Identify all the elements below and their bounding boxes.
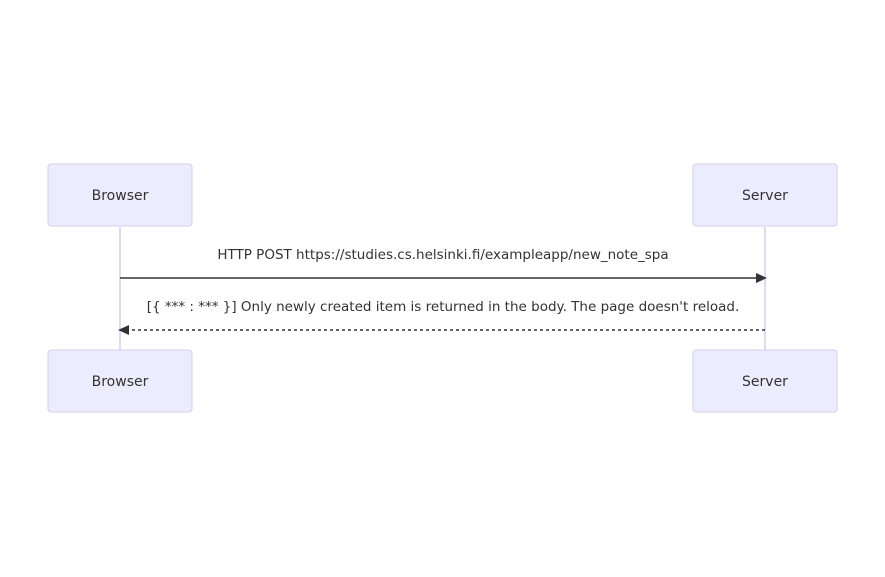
server-actor-top-label: Server: [742, 188, 788, 204]
message-request: HTTP POST https://studies.cs.helsinki.fi…: [120, 247, 767, 283]
browser-actor-bottom-label: Browser: [92, 374, 149, 390]
browser-actor-bottom: Browser: [47, 349, 193, 413]
browser-actor-top: Browser: [47, 163, 193, 227]
server-actor-bottom: Server: [692, 349, 838, 413]
browser-actor-top-label: Browser: [92, 188, 149, 204]
message-request-label: HTTP POST https://studies.cs.helsinki.fi…: [217, 247, 668, 263]
message-response: [{ *** : *** }] Only newly created item …: [118, 299, 765, 335]
server-actor-top: Server: [692, 163, 838, 227]
message-response-label: [{ *** : *** }] Only newly created item …: [147, 299, 740, 315]
server-actor-bottom-label: Server: [742, 374, 788, 390]
sequence-diagram: Browser Server HTTP POST https://studies…: [47, 163, 838, 413]
